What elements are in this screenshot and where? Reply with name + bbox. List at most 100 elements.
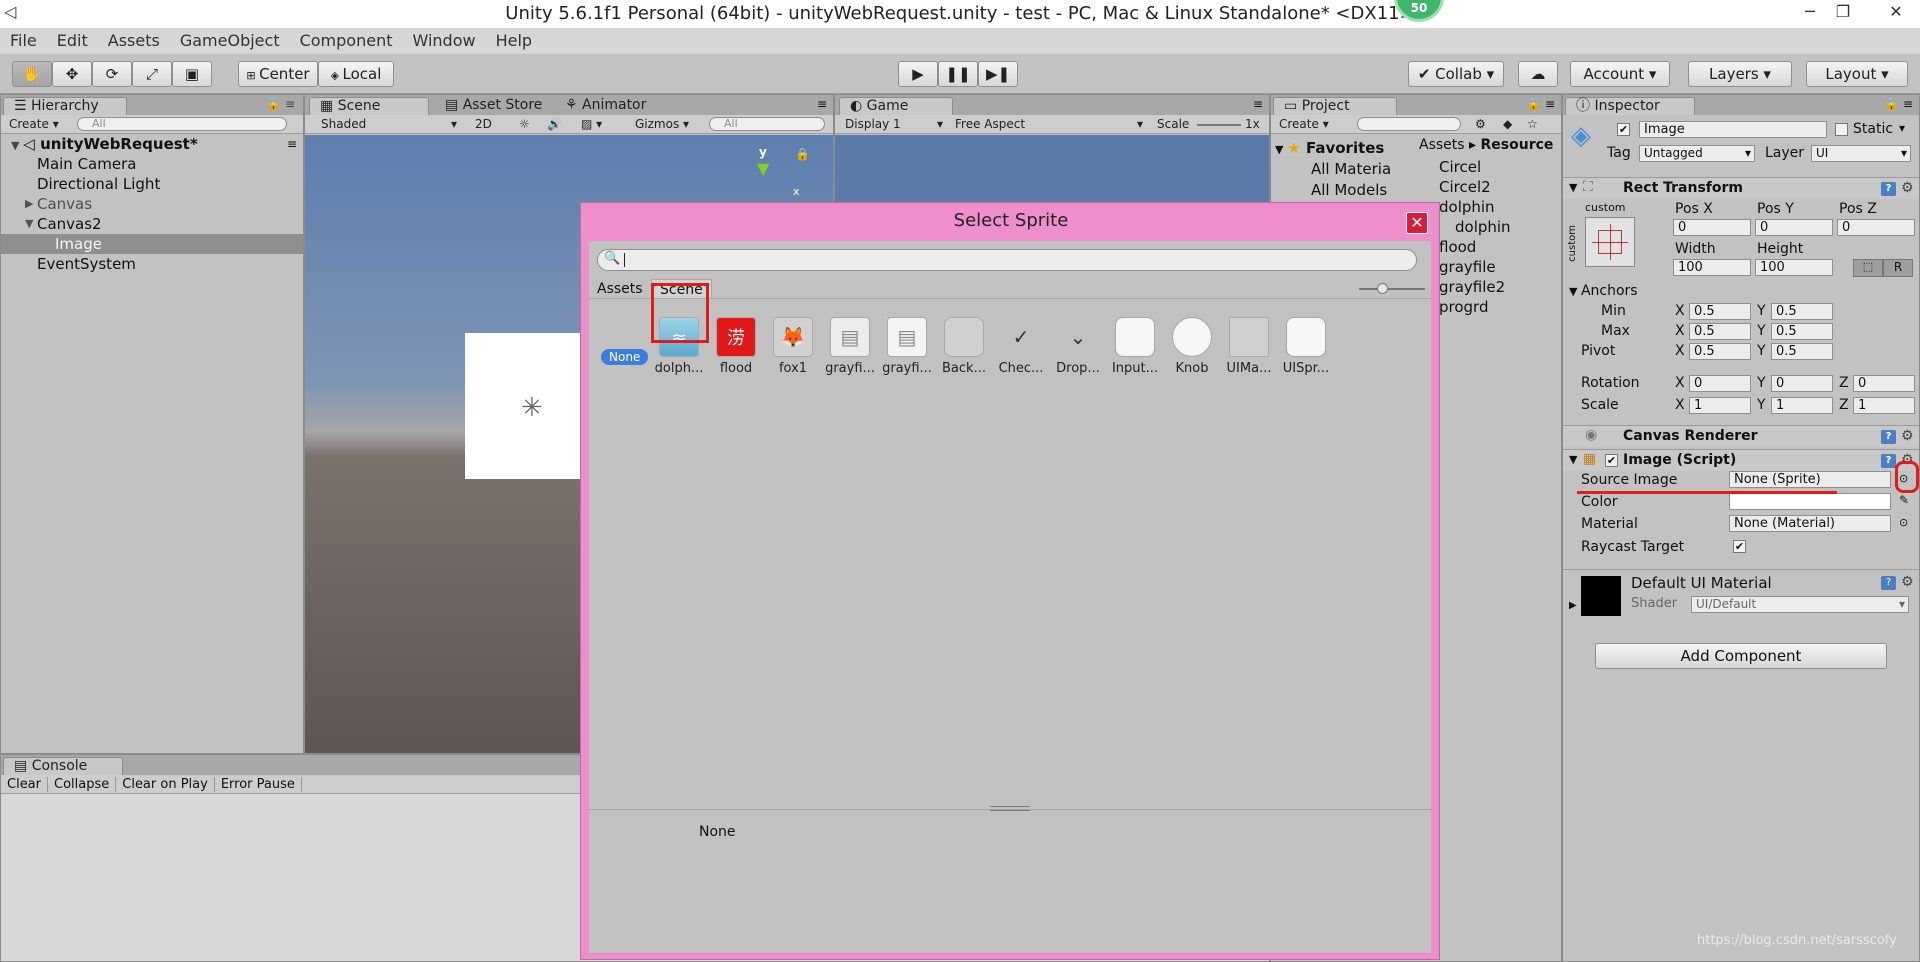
rotate-tool-button[interactable]: ⟳ [92, 61, 132, 87]
blueprint-mode-button[interactable]: ⬚ [1853, 259, 1883, 277]
panel-menu-icon[interactable]: ≡ [817, 97, 827, 111]
expand-icon[interactable]: ▶ [1569, 600, 1577, 611]
pause-button[interactable]: ❚❚ [938, 61, 978, 87]
project-create-button[interactable]: Create ▾ [1279, 117, 1329, 132]
space-local-button[interactable]: ◈ Local [318, 61, 394, 87]
close-window-button[interactable]: ✕ [1876, 2, 1916, 26]
menu-component[interactable]: Component [290, 28, 403, 54]
slider-handle[interactable] [1377, 283, 1388, 294]
material-field[interactable]: None (Material) [1729, 515, 1891, 532]
height-field[interactable]: 100 [1755, 259, 1833, 276]
color-field[interactable] [1729, 493, 1891, 510]
raycast-target-checkbox[interactable]: ✔ [1733, 540, 1746, 553]
pivot-y-field[interactable]: 0.5 [1771, 343, 1833, 360]
cloud-button[interactable]: ☁ [1518, 61, 1558, 87]
sprite-thumb-flood[interactable]: 涝 flood [708, 317, 764, 376]
sprite-none[interactable]: None [601, 349, 649, 365]
help-icon[interactable]: ? [1881, 430, 1896, 444]
sprite-thumb-uisprite[interactable]: UISpr... [1278, 317, 1334, 376]
tab-inspector[interactable]: ⓘ Inspector [1565, 97, 1695, 115]
effects-icon[interactable]: ▨ ▾ [581, 117, 602, 132]
menu-edit[interactable]: Edit [47, 28, 98, 54]
sprite-thumb-checkmark[interactable]: ✓ Chec... [993, 317, 1049, 376]
rect-tool-button[interactable]: ▣ [172, 61, 212, 87]
filter-label-icon[interactable]: ◆ [1503, 117, 1512, 132]
layer-dropdown[interactable]: UI ▾ [1811, 145, 1911, 162]
posz-field[interactable]: 0 [1837, 219, 1915, 236]
console-collapse-button[interactable]: Collapse [48, 776, 117, 792]
tab-hierarchy[interactable]: ☰ Hierarchy [3, 97, 127, 115]
tag-dropdown[interactable]: Untagged ▾ [1639, 145, 1755, 162]
console-clear-on-play-button[interactable]: Clear on Play [116, 776, 215, 792]
sprite-thumb-grayfile[interactable]: ▤ grayfi... [822, 317, 878, 376]
asset-item[interactable]: Circel2 [1415, 177, 1561, 197]
tab-game[interactable]: ◐ Game [839, 97, 953, 115]
help-icon[interactable]: ? [1881, 454, 1896, 468]
favorites-header[interactable]: ▼ ★ Favorites [1275, 139, 1415, 157]
tab-animator[interactable]: ⚘ Animator [555, 97, 656, 115]
canvas-renderer-header[interactable]: ◉ Canvas Renderer ? ⚙ [1563, 425, 1919, 447]
hierarchy-item-image[interactable]: Image [1, 234, 303, 254]
shading-dropdown[interactable]: Shaded ▾ [321, 117, 461, 132]
gizmos-dropdown[interactable]: Gizmos ▾ [635, 117, 689, 132]
breadcrumb-item[interactable]: Assets [1419, 137, 1465, 153]
image-script-header[interactable]: ▼ ▦ ✔ Image (Script) ? ⚙ [1563, 449, 1919, 471]
menu-help[interactable]: Help [486, 28, 542, 54]
hierarchy-item-canvas2[interactable]: ▼ Canvas2 [1, 214, 303, 234]
menu-window[interactable]: Window [402, 28, 485, 54]
sprite-thumb-background[interactable]: Back... [936, 317, 992, 376]
sprite-thumb-inputfield[interactable]: Input... [1107, 317, 1163, 376]
favorite-all-materials[interactable]: All Materia [1275, 160, 1415, 178]
static-checkbox[interactable] [1835, 123, 1848, 136]
gear-icon[interactable]: ⚙ [1901, 180, 1914, 196]
sprite-thumb-uimask[interactable]: UIMa... [1221, 317, 1277, 376]
menu-gameobject[interactable]: GameObject [170, 28, 290, 54]
panel-menu-icon[interactable]: 🔒 ≡ [266, 97, 295, 111]
panel-menu-icon[interactable]: 🔒 ≡ [1884, 97, 1913, 111]
active-checkbox[interactable]: ✔ [1617, 123, 1630, 136]
dialog-close-button[interactable]: ✕ [1406, 212, 1428, 234]
tab-console[interactable]: ▤ Console [3, 757, 123, 775]
sprite-thumb-fox1[interactable]: 🦊 fox1 [765, 317, 821, 376]
pivot-x-field[interactable]: 0.5 [1689, 343, 1751, 360]
source-image-field[interactable]: None (Sprite) [1729, 471, 1891, 488]
anchors-label[interactable]: ▼ Anchors [1569, 283, 1638, 299]
rotation-z-field[interactable]: 0 [1853, 375, 1915, 392]
max-y-field[interactable]: 0.5 [1771, 323, 1833, 340]
help-icon[interactable]: ? [1881, 182, 1896, 196]
sprite-thumb-dropdown-arrow[interactable]: ⌄ Drop... [1050, 317, 1106, 376]
favorite-star-icon[interactable]: ☆ [1527, 117, 1538, 132]
resize-handle-icon[interactable] [990, 806, 1030, 811]
hand-tool-button[interactable]: ✋ [12, 61, 52, 87]
tab-scene[interactable]: ▦ Scene [309, 97, 429, 115]
width-field[interactable]: 100 [1673, 259, 1751, 276]
max-x-field[interactable]: 0.5 [1689, 323, 1751, 340]
panel-menu-icon[interactable]: ≡ [1253, 97, 1263, 111]
posy-field[interactable]: 0 [1755, 219, 1833, 236]
object-picker-icon[interactable]: ⊙ [1899, 516, 1908, 529]
sprite-thumb-knob[interactable]: Knob [1164, 317, 1220, 376]
scale-y-field[interactable]: 1 [1771, 397, 1833, 414]
move-tool-button[interactable]: ✥ [52, 61, 92, 87]
breadcrumb-item[interactable]: Resource [1481, 137, 1554, 153]
min-x-field[interactable]: 0.5 [1689, 303, 1751, 320]
project-search-input[interactable] [1357, 117, 1461, 131]
filter-type-icon[interactable]: ⚙ [1475, 117, 1486, 132]
layers-dropdown[interactable]: Layers ▾ [1688, 61, 1792, 87]
lock-icon[interactable]: 🔒 [795, 147, 810, 161]
account-dropdown[interactable]: Account ▾ [1570, 61, 1670, 87]
hierarchy-item-canvas[interactable]: ▶ Canvas [1, 194, 303, 214]
layout-dropdown[interactable]: Layout ▾ [1806, 61, 1908, 87]
console-error-pause-button[interactable]: Error Pause [215, 776, 302, 792]
maximize-button[interactable]: ❐ [1823, 2, 1863, 26]
name-field[interactable]: Image [1639, 121, 1827, 138]
scale-slider[interactable] [1197, 124, 1241, 126]
rotation-y-field[interactable]: 0 [1771, 375, 1833, 392]
sprite-thumb-grayfile2[interactable]: ▤ grayfi... [879, 317, 935, 376]
aspect-dropdown[interactable]: Free Aspect ▾ [955, 117, 1145, 132]
shader-dropdown[interactable]: UI/Default ▾ [1691, 596, 1909, 613]
rect-transform-header[interactable]: ▼ ⛶ Rect Transform ? ⚙ [1563, 177, 1919, 199]
panel-menu-icon[interactable]: 🔒 ≡ [1526, 97, 1555, 111]
tab-assets[interactable]: Assets [589, 279, 651, 299]
gear-icon[interactable]: ⚙ [1901, 428, 1914, 444]
